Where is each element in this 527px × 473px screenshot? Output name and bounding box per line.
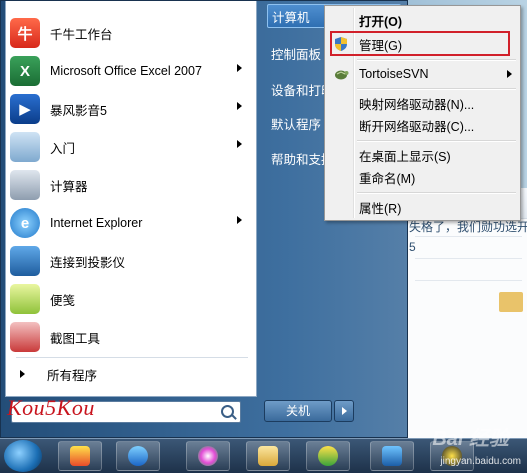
context-item-properties[interactable]: 属性(R) — [327, 196, 518, 218]
context-item-label: 打开(O) — [359, 14, 403, 29]
expand-arrow-icon — [20, 370, 25, 378]
all-programs-label: 所有程序 — [47, 368, 98, 383]
background-window-text-2: 5 — [409, 240, 416, 254]
divider — [415, 258, 522, 259]
app-icon — [382, 446, 402, 466]
folder-icon — [258, 446, 278, 466]
program-item-label: 便笺 — [50, 293, 76, 308]
shutdown-options-button[interactable] — [334, 400, 354, 422]
program-item-label: Microsoft Office Excel 2007 — [50, 64, 202, 78]
submenu-arrow-icon — [507, 70, 512, 78]
context-item-open[interactable]: 打开(O) — [327, 9, 518, 31]
all-programs-button[interactable]: 所有程序 — [6, 362, 254, 386]
submenu-arrow-icon — [237, 64, 242, 72]
calculator-icon — [10, 170, 40, 200]
program-item-calculator[interactable]: 计算器 — [6, 167, 254, 203]
taskbar-app-button[interactable] — [246, 441, 290, 471]
program-item-sticky-notes[interactable]: 便笺 — [6, 281, 254, 317]
start-menu-programs-pane: 牛 千牛工作台 X Microsoft Office Excel 2007 ▶ … — [5, 1, 257, 397]
context-item-rename[interactable]: 重命名(M) — [327, 166, 518, 188]
taskbar-app-button[interactable] — [58, 441, 102, 471]
context-item-label: 断开网络驱动器(C)... — [359, 119, 475, 134]
taskbar-app-button[interactable] — [306, 441, 350, 471]
program-item-label: 计算器 — [50, 179, 88, 194]
context-item-label: 属性(R) — [359, 201, 402, 216]
tortoise-icon — [335, 70, 349, 80]
program-item-qianniu[interactable]: 牛 千牛工作台 — [6, 15, 254, 51]
program-item-excel[interactable]: X Microsoft Office Excel 2007 — [6, 53, 254, 89]
context-item-disconnect-network-drive[interactable]: 断开网络驱动器(C)... — [327, 114, 518, 136]
submenu-arrow-icon — [237, 140, 242, 148]
divider — [357, 140, 516, 142]
program-item-getting-started[interactable]: 入门 — [6, 129, 254, 165]
taskbar-app-button[interactable] — [116, 441, 160, 471]
program-item-label: 千牛工作台 — [50, 27, 113, 42]
search-icon — [221, 405, 234, 418]
projector-icon — [10, 246, 40, 276]
watermark-text: Kou5Kou — [7, 395, 95, 420]
context-item-tortoisesvn[interactable]: TortoiseSVN — [327, 63, 518, 85]
divider — [357, 88, 516, 90]
getting-started-icon — [10, 132, 40, 162]
program-item-label: 截图工具 — [50, 331, 101, 346]
program-item-projector[interactable]: 连接到投影仪 — [6, 243, 254, 279]
start-button[interactable] — [4, 440, 42, 472]
ie-icon: e — [10, 208, 40, 238]
app-icon — [128, 446, 148, 466]
snipping-tool-icon — [10, 322, 40, 352]
baofeng-icon: ▶ — [10, 94, 40, 124]
program-item-label: Internet Explorer — [50, 216, 143, 230]
divider — [357, 59, 516, 61]
baidu-watermark: Bai 经验 — [432, 428, 509, 450]
context-item-label: 重命名(M) — [359, 171, 416, 186]
program-item-label: 连接到投影仪 — [50, 255, 126, 270]
taskbar-app-button[interactable] — [186, 441, 230, 471]
submenu-arrow-icon — [237, 216, 242, 224]
app-icon — [70, 446, 90, 466]
context-item-label: 映射网络驱动器(N)... — [359, 97, 475, 112]
sticky-notes-icon — [10, 284, 40, 314]
context-item-show-on-desktop[interactable]: 在桌面上显示(S) — [327, 144, 518, 166]
program-item-snipping-tool[interactable]: 截图工具 — [6, 319, 254, 355]
context-item-map-network-drive[interactable]: 映射网络驱动器(N)... — [327, 92, 518, 114]
context-item-label: TortoiseSVN — [359, 67, 429, 81]
excel-icon: X — [10, 56, 40, 86]
site-watermark: jingyan.baidu.com — [440, 456, 521, 467]
divider — [16, 357, 248, 358]
folder-icon — [499, 292, 523, 312]
taskbar-app-button[interactable] — [370, 441, 414, 471]
app-icon — [318, 446, 338, 466]
program-item-label: 入门 — [50, 141, 76, 156]
divider — [357, 192, 516, 194]
program-item-baofeng[interactable]: ▶ 暴风影音5 — [6, 91, 254, 127]
divider — [415, 280, 522, 281]
app-icon — [198, 446, 218, 466]
program-item-ie[interactable]: e Internet Explorer — [6, 205, 254, 241]
program-item-label: 暴风影音5 — [50, 103, 107, 118]
submenu-arrow-icon — [237, 102, 242, 110]
divider — [415, 236, 522, 237]
context-item-label: 在桌面上显示(S) — [359, 149, 451, 164]
qianniu-icon: 牛 — [10, 18, 40, 48]
highlight-annotation-box — [330, 31, 510, 56]
shutdown-button[interactable]: 关机 — [264, 400, 332, 422]
